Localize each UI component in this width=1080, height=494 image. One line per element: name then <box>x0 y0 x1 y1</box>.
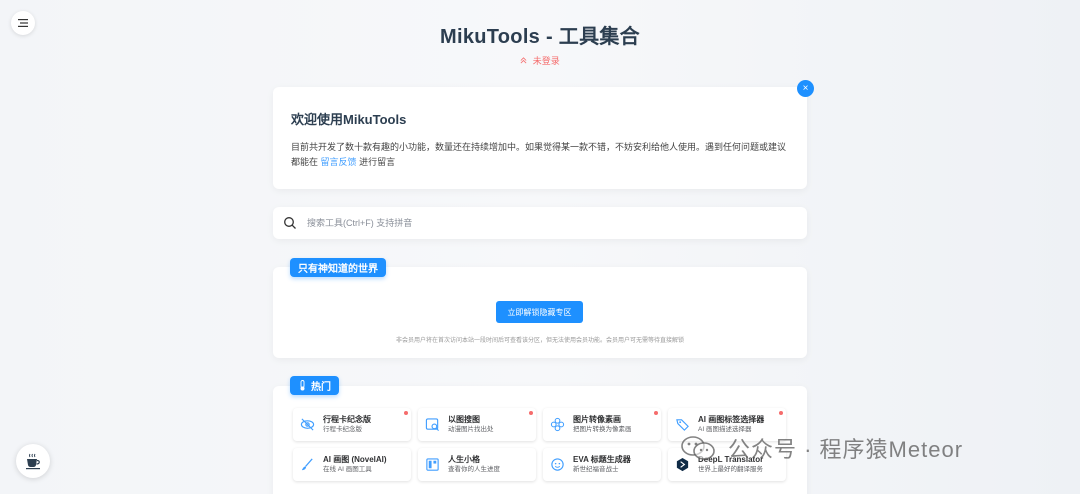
tool-name: 行程卡纪念版 <box>323 414 371 424</box>
secret-section: 立即解锁隐藏专区 非会员用户将在首次访问本站一段时间后可查看该分区，但无法使用会… <box>273 267 807 358</box>
watermark: 公众号 · 程序猿Meteor <box>678 432 963 464</box>
tool-name: AI 画图 (NovelAI) <box>323 454 387 464</box>
secret-section-tag: 只有神知道的世界 <box>290 258 386 277</box>
new-dot <box>529 411 533 415</box>
tool-name: 图片转像素画 <box>573 414 621 424</box>
tool-card-novelai[interactable]: AI 画图 (NovelAI) 在线 AI 画图工具 <box>293 448 411 481</box>
hot-section-tag: 热门 <box>290 376 339 395</box>
tool-name: EVA 标题生成器 <box>573 454 631 464</box>
tool-desc: 世界上最好的翻译服务 <box>698 465 763 473</box>
welcome-card: 欢迎使用MikuTools 目前共开发了数十款有趣的小功能，数量还在持续增加中。… <box>273 87 807 189</box>
secret-note: 非会员用户将在首次访问本站一段时间后可查看该分区，但无法使用会员功能。会员用户可… <box>395 338 684 344</box>
welcome-text-after: 进行留言 <box>359 157 396 167</box>
flower-icon <box>550 417 565 432</box>
image-search-icon <box>425 418 439 431</box>
grid-icon <box>426 458 439 471</box>
tool-card-eva-title[interactable]: EVA 标题生成器 新世纪福音战士 <box>543 448 661 481</box>
close-welcome-button[interactable]: × <box>797 80 814 97</box>
tool-name: 以图搜图 <box>448 414 480 424</box>
coffee-icon <box>26 453 40 470</box>
unlock-hidden-button[interactable]: 立即解锁隐藏专区 <box>496 301 583 323</box>
tool-desc: 查看你的人生进度 <box>448 465 500 473</box>
brush-icon <box>301 458 313 471</box>
new-dot <box>404 411 408 415</box>
tool-desc: 动漫图片找出处 <box>448 425 494 433</box>
tool-name: AI 画图标签选择器 <box>698 414 765 424</box>
tool-desc: 在线 AI 画图工具 <box>323 465 372 473</box>
new-dot <box>654 411 658 415</box>
tool-card-image-search[interactable]: 以图搜图 动漫图片找出处 <box>418 408 536 441</box>
page-title: MikuTools - 工具集合 <box>440 26 640 48</box>
user-icon <box>520 56 530 66</box>
tool-card-trip-card[interactable]: 行程卡纪念版 行程卡纪念版 <box>293 408 411 441</box>
eye-off-icon <box>300 418 315 431</box>
welcome-text: 目前共开发了数十款有趣的小功能，数量还在持续增加中。如果觉得某一款不错，不妨安利… <box>291 140 789 170</box>
thermometer-icon <box>300 380 305 391</box>
login-status[interactable]: 未登录 <box>0 54 1080 67</box>
search-bar[interactable] <box>273 207 807 239</box>
tool-card-life-grid[interactable]: 人生小格 查看你的人生进度 <box>418 448 536 481</box>
login-status-text: 未登录 <box>532 56 560 66</box>
tool-name: 人生小格 <box>448 454 480 464</box>
search-input[interactable] <box>307 218 767 228</box>
tag-icon <box>676 419 689 431</box>
tool-card-pixel-art[interactable]: 图片转像素画 把图片转换为像素画 <box>543 408 661 441</box>
welcome-heading: 欢迎使用MikuTools <box>291 112 407 127</box>
hot-tag-label: 热门 <box>311 382 331 393</box>
watermark-text: 公众号 · 程序猿Meteor <box>728 437 964 462</box>
tool-desc: 把图片转换为像素画 <box>573 425 632 433</box>
new-dot <box>779 411 783 415</box>
wechat-icon <box>681 436 715 460</box>
search-icon <box>284 217 296 229</box>
tool-desc: 新世纪福音战士 <box>573 465 619 473</box>
face-icon <box>551 458 564 471</box>
feedback-link[interactable]: 留言反馈 <box>321 157 357 167</box>
close-icon: × <box>802 82 809 94</box>
coffee-button[interactable] <box>16 444 50 478</box>
tool-desc: 行程卡纪念版 <box>323 425 362 433</box>
